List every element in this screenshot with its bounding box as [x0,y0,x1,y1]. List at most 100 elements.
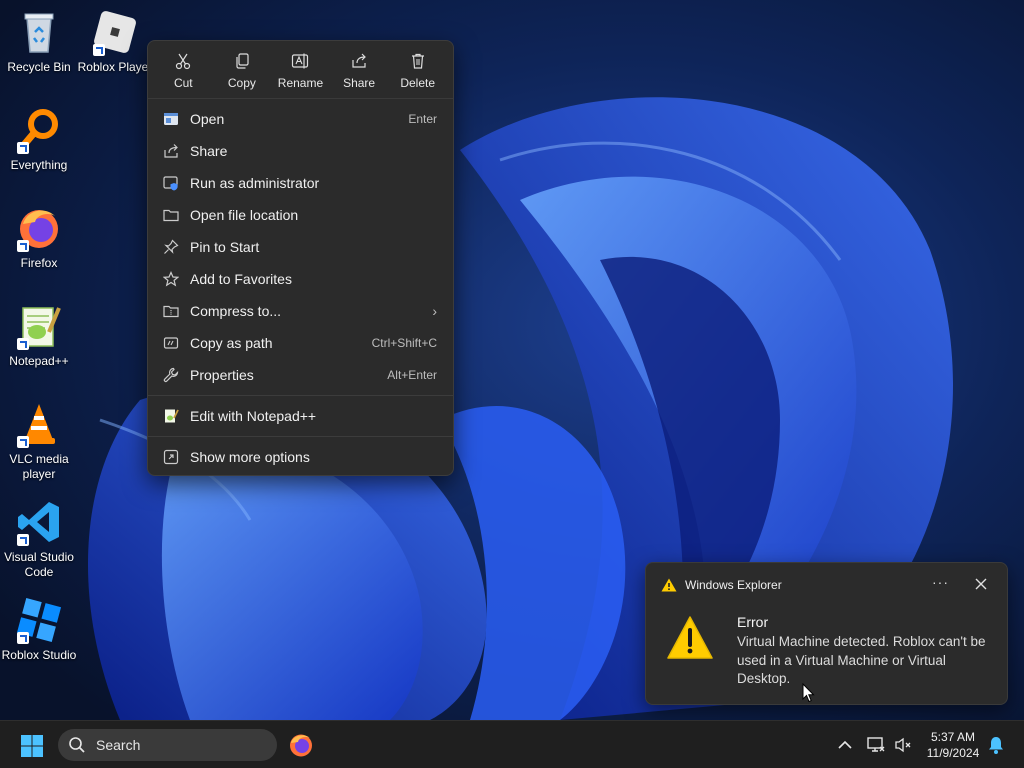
windows-start-icon[interactable] [20,734,44,758]
desktop-icon-label: Firefox [20,256,58,270]
shortcut-arrow-icon [17,240,29,252]
folder-icon [162,206,180,224]
desktop-icon-label: Everything [10,158,68,172]
menu-item-open[interactable]: Open Enter [152,104,449,134]
menu-item-add-to-favorites[interactable]: Add to Favorites [152,264,449,294]
desktop-icon-label: Visual Studio Code [4,550,74,579]
rename-label: Rename [277,76,324,90]
menu-separator [148,395,453,396]
menu-item-shortcut: Enter [408,112,437,126]
everything-search-icon [15,106,63,154]
network-icon[interactable] [866,735,886,755]
menu-item-label: Open file location [190,207,299,223]
error-notification-toast[interactable]: Windows Explorer ··· Error Virtual Machi… [645,562,1008,705]
menu-item-pin-to-start[interactable]: Pin to Start [152,232,449,262]
share-icon [352,53,366,68]
vscode-icon [15,498,63,546]
menu-item-show-more-options[interactable]: Show more options [152,442,449,472]
firefox-icon [15,204,63,252]
menu-item-edit-with-notepadpp[interactable]: Edit with Notepad++ [152,401,449,431]
chevron-right-icon: › [432,303,437,319]
desktop-icon-everything[interactable]: Everything [0,106,78,173]
context-menu: Cut Copy Rename Share Delete Open Enter … [147,40,454,476]
notepad-plus-plus-icon [15,302,63,350]
desktop-icon-label: Roblox Studio [1,648,77,662]
toast-message: Virtual Machine detected. Roblox can't b… [737,634,986,686]
clock-date: 11/9/2024 [926,746,980,760]
desktop-icon-recycle-bin[interactable]: Recycle Bin [0,8,78,75]
menu-item-shortcut: Ctrl+Shift+C [371,336,437,350]
large-warning-icon [667,616,713,659]
copy-path-icon [162,334,180,352]
search-icon [69,737,85,753]
cut-button[interactable]: Cut [154,41,213,98]
vlc-icon [15,400,63,448]
menu-item-label: Compress to... [190,303,282,319]
desktop-icon-label: Notepad++ [9,354,69,368]
menu-item-run-as-admin[interactable]: Run as administrator [152,168,449,198]
delete-button[interactable]: Delete [388,41,447,98]
scissors-icon [176,53,191,70]
chevron-up-icon[interactable] [835,735,855,755]
shortcut-arrow-icon [17,632,29,644]
shortcut-arrow-icon [17,142,29,154]
share-button[interactable]: Share [330,41,389,98]
menu-item-properties[interactable]: Properties Alt+Enter [152,360,449,390]
roblox-studio-icon [15,596,63,644]
firefox-taskbar-icon[interactable] [288,732,314,758]
rename-icon [292,53,309,69]
rename-button[interactable]: Rename [271,41,330,98]
copy-button[interactable]: Copy [213,41,272,98]
shortcut-arrow-icon [17,534,29,546]
menu-item-label: Show more options [190,449,310,465]
menu-separator [148,436,453,437]
desktop-icon-notepadpp[interactable]: Notepad++ [0,302,78,369]
desktop-icon-label: Roblox Player [77,60,153,74]
menu-item-shortcut: Alt+Enter [387,368,437,382]
notepad-plus-plus-icon [162,407,180,425]
toast-app-name: Windows Explorer [685,578,782,592]
desktop-icon-roblox-studio[interactable]: Roblox Studio [0,596,78,663]
desktop-icon-vscode[interactable]: Visual Studio Code [0,498,78,580]
search-label: Search [96,737,141,753]
menu-item-copy-as-path[interactable]: Copy as path Ctrl+Shift+C [152,328,449,358]
taskbar-search-box[interactable]: Search [58,729,277,761]
desktop-icon-label: VLC media player [9,452,69,481]
cut-label: Cut [173,76,193,90]
copy-label: Copy [227,76,256,90]
menu-item-label: Open [190,111,225,127]
desktop-icon-label: Recycle Bin [7,60,71,74]
taskbar-clock[interactable]: 5:37 AM 11/9/2024 [920,729,986,761]
pin-icon [162,238,180,256]
recycle-bin-icon [15,8,63,56]
trash-icon [411,53,424,69]
clock-time: 5:37 AM [930,730,976,744]
toast-more-options-button[interactable]: ··· [932,574,949,590]
menu-item-share[interactable]: Share [152,136,449,166]
taskbar: Search 5:37 AM 11/9/2024 [0,720,1024,768]
shortcut-arrow-icon [17,338,29,350]
menu-item-open-file-location[interactable]: Open file location [152,200,449,230]
menu-item-label: Add to Favorites [190,271,292,287]
notification-bell-icon[interactable] [986,735,1006,755]
volume-muted-icon[interactable] [893,735,913,755]
toast-close-icon[interactable] [972,575,990,593]
star-icon [162,270,180,288]
zip-folder-icon [162,302,180,320]
desktop-icon-firefox[interactable]: Firefox [0,204,78,271]
desktop-icon-roblox-player[interactable]: Roblox Player [76,8,154,75]
menu-item-compress-to[interactable]: Compress to... › [152,296,449,326]
share-icon [162,142,180,160]
wrench-icon [162,366,180,384]
share-label: Share [343,76,376,90]
delete-label: Delete [400,76,436,90]
toast-title: Error [737,614,769,630]
shortcut-arrow-icon [93,44,105,56]
more-options-icon [162,448,180,466]
desktop-icon-vlc[interactable]: VLC media player [0,400,78,482]
menu-item-label: Copy as path [190,335,273,351]
menu-item-label: Share [190,143,228,159]
menu-item-label: Properties [190,367,254,383]
shortcut-arrow-icon [17,436,29,448]
mouse-cursor-icon [802,683,815,703]
